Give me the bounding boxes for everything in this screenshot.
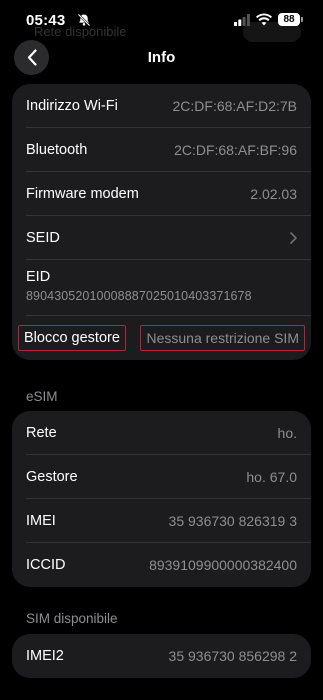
section-header-sim-available: SIM disponibile <box>26 611 118 626</box>
screen: Rete disponibile 05:43 88 Info Indirizzo… <box>0 0 323 700</box>
row-label: ICCID <box>26 557 66 573</box>
sim-available-group: IMEI2 35 936730 856298 2 <box>12 634 311 678</box>
row-label: Bluetooth <box>26 141 88 158</box>
row-value: ho. <box>277 424 297 441</box>
row-value: ho. 67.0 <box>246 468 297 485</box>
row-network[interactable]: Rete ho. <box>26 411 311 455</box>
row-bluetooth[interactable]: Bluetooth 2C:DF:68:AF:BF:96 <box>26 128 311 172</box>
row-value: Nessuna restrizione SIM <box>140 325 305 351</box>
status-bar: 05:43 88 <box>0 0 323 40</box>
row-label: Rete <box>26 424 57 441</box>
row-carrier-lock[interactable]: Blocco gestore Nessuna restrizione SIM <box>18 316 311 360</box>
row-value: 89043052010008887025010403371678 <box>26 289 252 303</box>
row-carrier[interactable]: Gestore ho. 67.0 <box>26 455 311 499</box>
row-label: Gestore <box>26 468 78 485</box>
row-value: 8939109900000382400 <box>149 557 297 573</box>
row-value: 2C:DF:68:AF:D2:7B <box>172 97 298 114</box>
navigation-bar: Info <box>0 38 323 78</box>
wifi-icon <box>256 13 272 26</box>
row-imei[interactable]: IMEI 35 936730 826319 3 <box>26 499 311 543</box>
chevron-right-icon <box>290 231 297 244</box>
row-label: IMEI <box>26 512 56 529</box>
row-label: IMEI2 <box>26 648 64 664</box>
row-label: SEID <box>26 229 60 246</box>
battery-indicator: 88 <box>278 13 300 26</box>
row-label: Blocco gestore <box>18 325 126 351</box>
row-eid[interactable]: EID 89043052010008887025010403371678 <box>26 260 311 316</box>
row-value: 2.02.03 <box>250 185 297 202</box>
row-value: 2C:DF:68:AF:BF:96 <box>174 141 297 158</box>
row-wifi-address[interactable]: Indirizzo Wi-Fi 2C:DF:68:AF:D2:7B <box>26 84 311 128</box>
bell-slash-icon <box>77 13 91 27</box>
battery-tip <box>301 17 303 22</box>
row-seid[interactable]: SEID <box>26 216 311 260</box>
section-header-esim: eSIM <box>26 389 58 404</box>
info-group: Indirizzo Wi-Fi 2C:DF:68:AF:D2:7B Blueto… <box>12 84 311 360</box>
cellular-signal-icon <box>234 14 250 26</box>
status-time: 05:43 <box>26 12 66 29</box>
row-modem-firmware[interactable]: Firmware modem 2.02.03 <box>26 172 311 216</box>
row-value: 35 936730 856298 2 <box>168 648 297 664</box>
page-title: Info <box>147 49 176 66</box>
row-label: Indirizzo Wi-Fi <box>26 97 118 114</box>
row-iccid[interactable]: ICCID 8939109900000382400 <box>26 543 311 587</box>
esim-group: Rete ho. Gestore ho. 67.0 IMEI 35 936730… <box>12 411 311 587</box>
row-value: 35 936730 826319 3 <box>168 512 297 529</box>
row-imei2[interactable]: IMEI2 35 936730 856298 2 <box>26 634 311 678</box>
row-label: EID <box>26 269 51 285</box>
row-label: Firmware modem <box>26 185 139 202</box>
